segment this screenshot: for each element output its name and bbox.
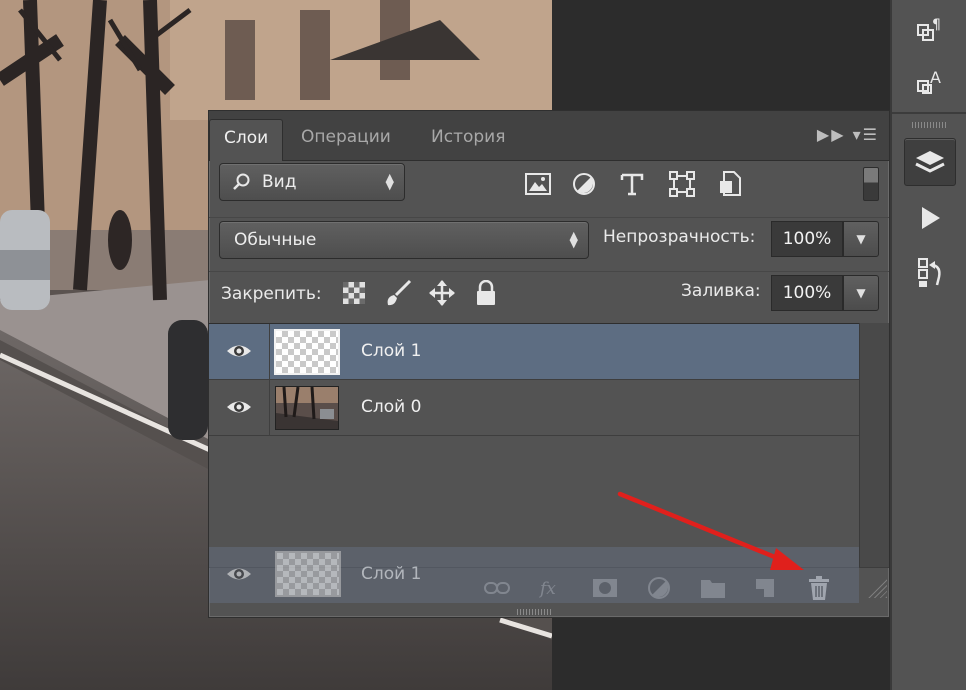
image-filter-icon[interactable]	[523, 171, 553, 197]
dock-grip[interactable]	[912, 122, 948, 128]
lock-image-icon[interactable]	[383, 279, 413, 307]
row-divider	[269, 380, 270, 436]
fill-label: Заливка:	[681, 281, 761, 301]
search-icon	[232, 172, 252, 197]
svg-text:A: A	[930, 68, 941, 87]
tab-actions[interactable]: Операции	[287, 119, 405, 161]
fill-value[interactable]: 100%	[771, 275, 843, 311]
layer-row[interactable]: Слой 0	[209, 380, 859, 436]
type-filter-icon[interactable]	[617, 171, 647, 197]
filter-kind-value: Вид	[262, 172, 297, 192]
tab-layers[interactable]: Слои	[209, 119, 284, 161]
adjustment-filter-icon[interactable]	[569, 171, 599, 197]
smart-object-filter-icon[interactable]	[715, 171, 745, 197]
layer-thumbnail-photo	[275, 386, 339, 430]
blend-mode-value: Обычные	[234, 230, 317, 250]
layer-name[interactable]: Слой 0	[361, 397, 421, 417]
eye-icon[interactable]	[225, 396, 253, 418]
row-divider	[269, 324, 270, 380]
lock-transparent-icon[interactable]	[339, 279, 369, 307]
shape-filter-icon[interactable]	[667, 171, 697, 197]
eye-icon[interactable]	[225, 340, 253, 362]
panel-menu-icon[interactable]: ▶▶ ▾☰	[817, 125, 879, 144]
updown-icon: ▲ ▼	[569, 229, 578, 250]
panel-bottom-grip[interactable]	[517, 609, 553, 615]
opacity-field[interactable]: 100% ▼	[771, 221, 879, 257]
lock-position-icon[interactable]	[427, 279, 457, 307]
layer-row[interactable]: Слой 1	[209, 324, 859, 380]
opacity-label: Непрозрачность:	[603, 227, 756, 247]
filter-toggle-switch[interactable]	[863, 167, 879, 201]
layers-list: Слой 1 Слой 0	[209, 323, 859, 567]
dock-separator	[892, 112, 966, 114]
character-panel-icon[interactable]: A	[904, 58, 956, 106]
resize-grip[interactable]	[867, 578, 887, 598]
actions-panel-icon[interactable]	[904, 194, 956, 242]
fill-dropdown-arrow[interactable]: ▼	[843, 275, 879, 311]
dragged-layer-ghost: Слой 1	[209, 547, 859, 603]
svg-text:¶: ¶	[932, 17, 941, 33]
opacity-dropdown-arrow[interactable]: ▼	[843, 221, 879, 257]
updown-icon: ▲ ▼	[385, 171, 394, 192]
paragraph-panel-icon[interactable]: ¶	[904, 6, 956, 54]
opacity-value[interactable]: 100%	[771, 221, 843, 257]
panel-dock: ¶ A	[890, 0, 966, 690]
history-panel-icon[interactable]	[904, 248, 956, 296]
lock-all-icon[interactable]	[471, 279, 501, 307]
panel-tab-bar: Слои Операции История ▶▶ ▾☰	[209, 111, 889, 161]
fill-field[interactable]: 100% ▼	[771, 275, 879, 311]
tab-history[interactable]: История	[417, 119, 519, 161]
layers-scrollbar[interactable]	[859, 323, 889, 567]
dragged-layer-name: Слой 1	[361, 564, 422, 584]
layers-panel-icon[interactable]	[904, 138, 956, 186]
layer-thumbnail-transparent	[275, 551, 341, 597]
filter-kind-dropdown[interactable]: Вид ▲ ▼	[219, 163, 405, 201]
blend-mode-dropdown[interactable]: Обычные ▲ ▼	[219, 221, 589, 259]
lock-label: Закрепить:	[221, 284, 322, 304]
eye-icon	[227, 568, 251, 580]
layer-thumbnail-transparent	[274, 329, 340, 375]
layers-panel: Слои Операции История ▶▶ ▾☰ Вид ▲ ▼ Обычн…	[208, 110, 890, 618]
layer-name[interactable]: Слой 1	[361, 341, 421, 361]
